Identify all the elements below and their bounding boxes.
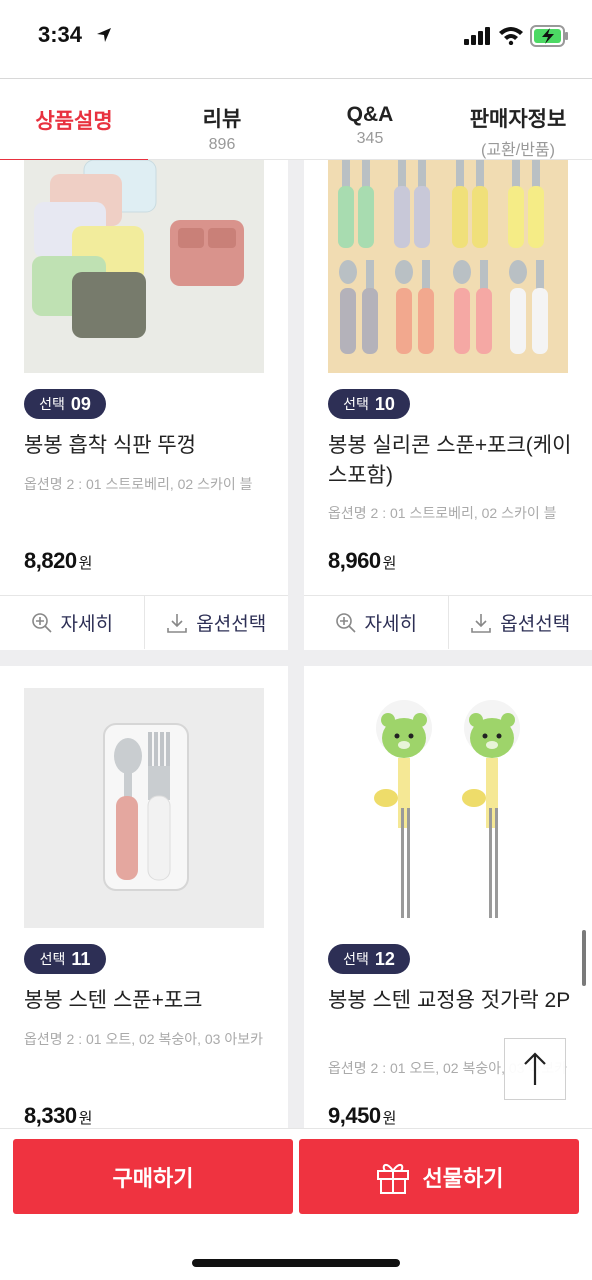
badge-label: 선택 (343, 951, 369, 967)
badge-label: 선택 (39, 951, 66, 967)
card-actions: 자세히 옵션선택 (304, 595, 592, 649)
detail-label: 자세히 (364, 614, 417, 635)
zoom-in-icon (31, 612, 52, 633)
tab-label: 판매자정보 (469, 108, 567, 131)
product-options: 옵션명 2 : 01 스트로베리, 02 스카이 블 (328, 505, 557, 521)
option-select-button[interactable]: 옵션선택 (447, 596, 592, 649)
detail-label: 자세히 (60, 614, 113, 635)
product-image[interactable] (328, 160, 568, 373)
tab-reviews[interactable]: 리뷰 896 (148, 79, 296, 161)
product-price: 8,330 원 (24, 1103, 92, 1129)
badge-label: 선택 (39, 396, 65, 412)
option-select-button[interactable]: 옵션선택 (143, 596, 289, 649)
badge-number: 09 (70, 393, 91, 414)
price-value: 8,820 (24, 548, 77, 573)
option-badge: 선택 10 (328, 389, 410, 419)
silicone-cutlery-illustration (338, 160, 548, 354)
gift-button[interactable]: 선물하기 (299, 1139, 579, 1214)
tab-label: Q&A (346, 103, 394, 126)
product-grid: 선택 09 봉봉 흡착 식판 뚜껑 옵션명 2 : 01 스트로베리, 02 스… (0, 160, 592, 1130)
product-card[interactable]: 선택 09 봉봉 흡착 식판 뚜껑 옵션명 2 : 01 스트로베리, 02 스… (0, 160, 288, 650)
gift-icon (376, 1163, 409, 1194)
price-currency: 원 (78, 555, 93, 572)
download-icon (471, 613, 492, 633)
product-name[interactable]: 봉봉 흡착 식판 뚜껑 (24, 431, 274, 461)
badge-number: 12 (374, 948, 395, 969)
wifi-icon (499, 27, 523, 45)
product-image[interactable] (328, 688, 568, 928)
product-price: 9,450 원 (328, 1103, 396, 1129)
scroll-to-top-button[interactable] (504, 1038, 566, 1100)
product-image[interactable] (24, 688, 264, 928)
tab-label: 상품설명 (35, 110, 113, 133)
battery-charging-icon (530, 25, 568, 47)
option-badge: 선택 12 (328, 944, 410, 974)
price-currency: 원 (78, 1110, 93, 1127)
card-actions: 자세히 옵션선택 (0, 595, 288, 649)
review-count: 896 (208, 136, 236, 153)
price-value: 8,960 (328, 548, 381, 573)
option-select-label: 옵션선택 (196, 614, 267, 635)
detail-button[interactable]: 자세히 (304, 596, 448, 649)
product-price: 8,960 원 (328, 548, 396, 574)
zoom-in-icon (335, 612, 356, 633)
badge-label: 선택 (343, 396, 369, 412)
product-card[interactable]: 선택 10 봉봉 실리콘 스푼+포크(케이스포함) 옵션명 2 : 01 스트로… (304, 160, 592, 650)
product-price: 8,820 원 (24, 548, 92, 574)
training-chopsticks-illustration (374, 700, 520, 918)
steel-cutlery-case-illustration (103, 723, 189, 891)
buy-button[interactable]: 구매하기 (13, 1139, 293, 1214)
product-tabs: 상품설명 리뷰 896 Q&A 345 판매자정보 (교환/반품) (0, 78, 592, 162)
product-name[interactable]: 봉봉 실리콘 스푼+포크(케이스포함) (328, 431, 578, 491)
detail-button[interactable]: 자세히 (0, 596, 144, 649)
tab-description[interactable]: 상품설명 (0, 79, 148, 162)
price-currency: 원 (382, 555, 397, 572)
badge-number: 10 (374, 393, 395, 414)
tab-seller-info[interactable]: 판매자정보 (교환/반품) (444, 79, 592, 161)
home-indicator[interactable] (192, 1259, 400, 1267)
scrollbar-thumb[interactable] (582, 930, 586, 986)
product-name[interactable]: 봉봉 스텐 스푼+포크 (24, 986, 274, 1016)
badge-number: 11 (71, 948, 91, 969)
price-value: 9,450 (328, 1103, 381, 1128)
product-options: 옵션명 2 : 01 스트로베리, 02 스카이 블 (24, 476, 253, 492)
product-card[interactable]: 선택 11 봉봉 스텐 스푼+포크 옵션명 2 : 01 오트, 02 복숭아,… (0, 666, 288, 1130)
gift-label: 선물하기 (422, 1165, 504, 1191)
status-time: 3:34 (38, 22, 83, 47)
option-badge: 선택 11 (24, 944, 106, 974)
plate-lids-illustration (32, 160, 244, 338)
product-image[interactable] (24, 160, 264, 373)
tab-label: 리뷰 (202, 108, 242, 131)
tab-subtitle: (교환/반품) (481, 142, 555, 159)
arrow-up-icon (524, 1052, 546, 1085)
product-name[interactable]: 봉봉 스텐 교정용 젓가락 2P (328, 986, 578, 1016)
buy-label: 구매하기 (112, 1165, 194, 1191)
purchase-bar: 구매하기 선물하기 (0, 1128, 592, 1280)
tab-qna[interactable]: Q&A 345 (296, 79, 444, 161)
option-select-label: 옵션선택 (500, 614, 571, 635)
qna-count: 345 (356, 130, 384, 147)
price-value: 8,330 (24, 1103, 77, 1128)
option-badge: 선택 09 (24, 389, 106, 419)
product-options: 옵션명 2 : 01 오트, 02 복숭아, 03 아보카 (24, 1031, 263, 1047)
price-currency: 원 (382, 1110, 397, 1127)
location-arrow-icon (97, 28, 111, 42)
signal-icon (464, 27, 490, 45)
download-icon (167, 613, 188, 633)
status-bar: 3:34 (0, 0, 592, 72)
